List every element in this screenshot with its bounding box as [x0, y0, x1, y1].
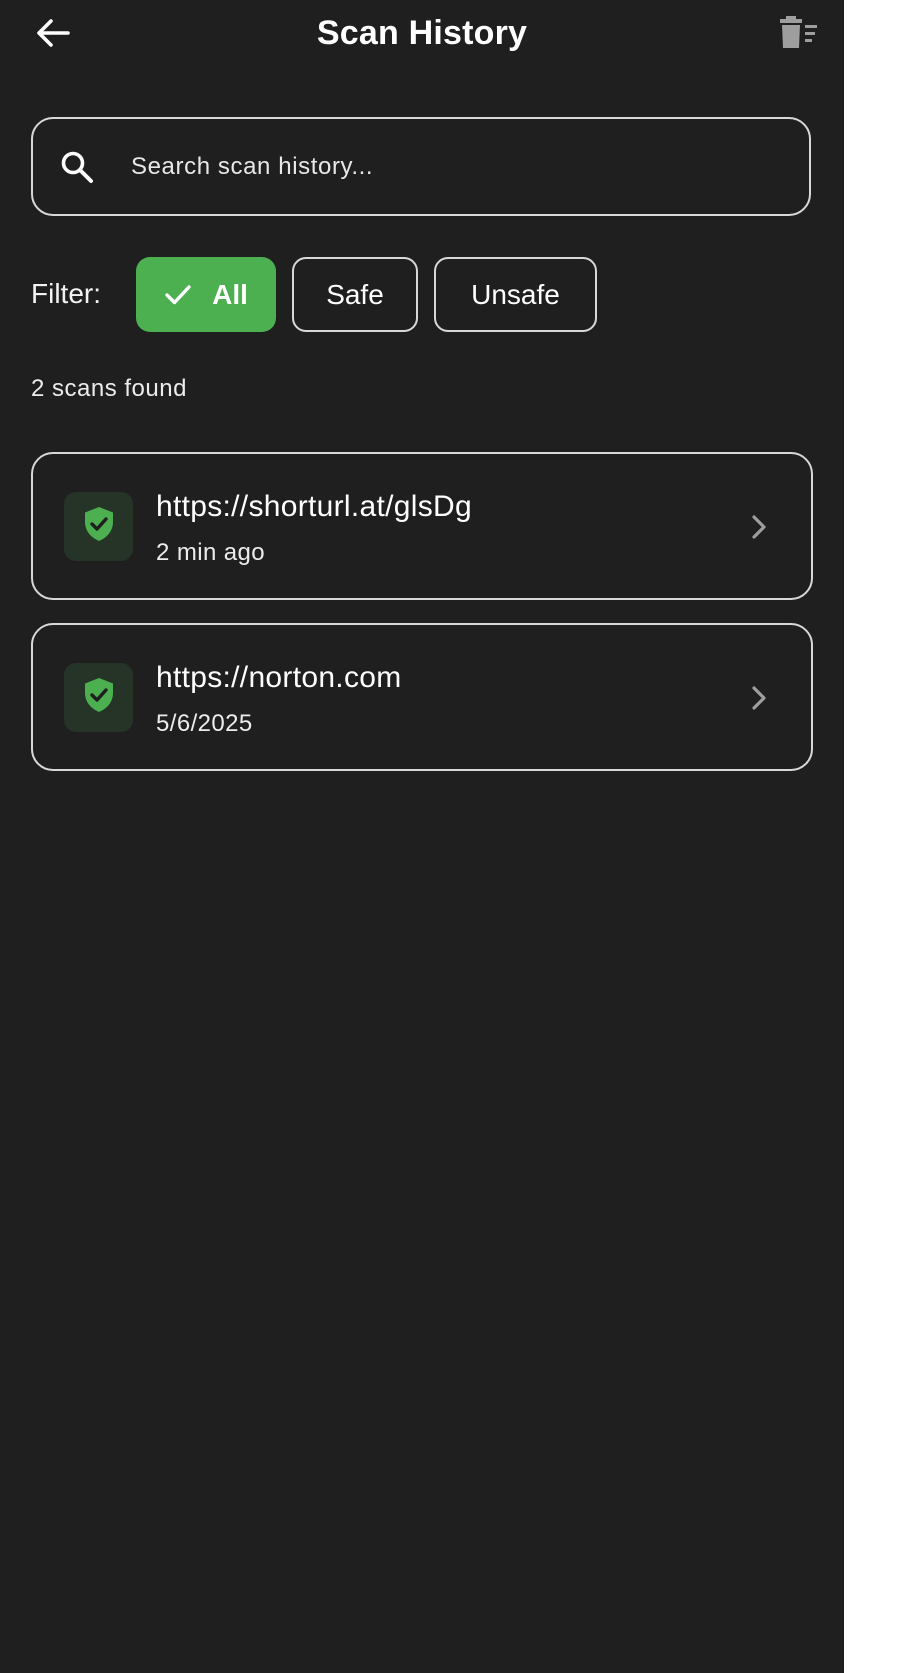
chevron-right-icon [747, 512, 771, 542]
shield-check-icon [83, 506, 115, 547]
safe-status-tile [64, 663, 133, 732]
search-bar[interactable] [31, 117, 811, 216]
filter-label: Filter: [31, 278, 101, 309]
scan-history-item[interactable]: https://shorturl.at/glsDg 2 min ago [31, 452, 813, 600]
clear-history-icon [778, 15, 818, 54]
search-icon [57, 147, 97, 187]
search-input[interactable] [129, 135, 809, 198]
chevron-right-icon [747, 683, 771, 713]
checkmark-icon [164, 281, 192, 309]
filter-chip-label: Unsafe [471, 278, 560, 310]
filter-chip-safe[interactable]: Safe [292, 257, 418, 332]
shield-check-icon [83, 677, 115, 718]
filter-chip-unsafe[interactable]: Unsafe [434, 257, 597, 332]
app-bar: Scan History [0, 0, 844, 70]
scan-time: 5/6/2025 [156, 710, 253, 737]
safe-status-tile [64, 492, 133, 561]
result-count: 2 scans found [31, 375, 187, 402]
scan-url: https://shorturl.at/glsDg [156, 490, 472, 523]
page-title: Scan History [316, 14, 528, 52]
filter-chip-label: Safe [326, 278, 384, 310]
scan-url: https://norton.com [156, 661, 402, 694]
clear-history-button[interactable] [774, 12, 822, 56]
filter-chip-all[interactable]: All [136, 257, 276, 332]
scan-history-screen: Scan History Filter: [0, 0, 844, 1673]
filter-chip-label: All [212, 278, 248, 310]
scan-history-item[interactable]: https://norton.com 5/6/2025 [31, 623, 813, 771]
scan-time: 2 min ago [156, 539, 265, 566]
